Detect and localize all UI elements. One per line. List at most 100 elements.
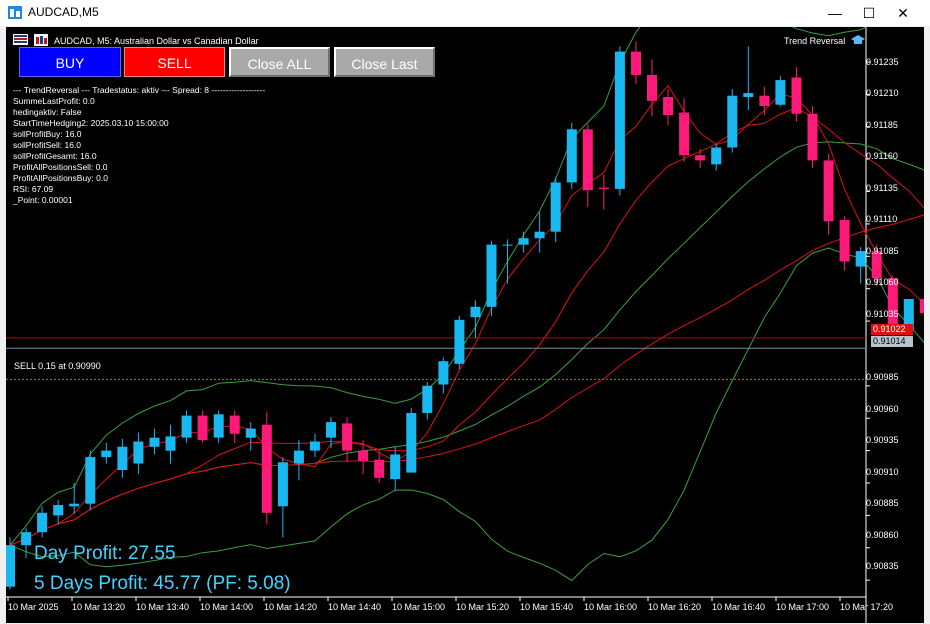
candle-body [759, 95, 770, 107]
candle-body [21, 532, 32, 546]
candle-body [326, 422, 336, 438]
status-line: ProfitAllPositionsBuy: 0.0 [13, 173, 108, 183]
candle-body [133, 441, 144, 464]
price-axis-label: 0.90960 [866, 404, 899, 414]
candle-body [309, 441, 320, 451]
window-title: AUDCAD,M5 [28, 5, 99, 19]
candle-body [486, 244, 497, 307]
candle-body [37, 512, 48, 533]
candle-body [229, 415, 240, 434]
candle-body [390, 454, 401, 480]
candle-body [502, 244, 513, 246]
minimize-button[interactable]: — [818, 0, 852, 26]
ask-price-tag: 0.91022 [871, 324, 913, 335]
candle-body [807, 113, 818, 161]
candle-body [791, 77, 802, 114]
maximize-button[interactable]: ☐ [852, 0, 886, 26]
app-icon [8, 6, 22, 19]
status-line: hedingaktiv: False [13, 107, 82, 117]
price-axis-label: 0.90985 [866, 372, 899, 382]
status-line: StartTimeHedging2: 2025.03.10 15:00:00 [13, 118, 169, 128]
five-days-profit: 5 Days Profit: 45.77 (PF: 5.08) [34, 573, 291, 594]
price-axis-label: 0.90935 [866, 435, 899, 445]
status-line: sollProfitGesamt: 16.0 [13, 151, 97, 161]
candle-body [245, 428, 256, 438]
candle-body [518, 238, 529, 245]
time-axis-label: 10 Mar 15:40 [520, 602, 574, 612]
order-line-label: SELL 0.15 at 0.90990 [14, 361, 101, 371]
candle-body [165, 436, 176, 451]
candle-body [663, 97, 674, 116]
candle-body [839, 220, 850, 262]
window-titlebar: AUDCAD,M5 — ☐ ✕ [0, 0, 930, 26]
candle-body [470, 306, 481, 318]
status-line: --- TrendReversal --- Tradestatus: aktiv… [13, 85, 266, 95]
candle-body [149, 437, 160, 447]
candle-body [261, 424, 272, 513]
symbol-description: AUDCAD, M5: Australian Dollar vs Canadia… [54, 36, 259, 46]
candle-body [711, 147, 722, 165]
candle-body [695, 155, 706, 161]
time-axis-label: 10 Mar 15:00 [392, 602, 446, 612]
price-axis-label: 0.91110 [866, 214, 898, 224]
close-all-button[interactable]: Close ALL [229, 47, 330, 77]
candle-body [727, 95, 738, 148]
candle-body [454, 319, 465, 364]
time-axis-label: 10 Mar 17:00 [776, 602, 830, 612]
candle-body [823, 160, 834, 222]
candle-body [775, 80, 786, 105]
candle-body [342, 423, 353, 451]
bid-price-tag: 0.91014 [871, 336, 913, 347]
expert-advisor-name: Trend Reversal [784, 36, 846, 46]
price-axis-label: 0.90860 [866, 530, 899, 540]
close-button[interactable]: ✕ [886, 0, 920, 26]
status-line: SummeLastProfit: 0.0 [13, 96, 95, 106]
status-line: sollProfitSell: 16.0 [13, 140, 82, 150]
candle-body [855, 251, 866, 267]
price-axis-label: 0.91160 [866, 151, 898, 161]
candle-body [566, 129, 577, 183]
price-axis-label: 0.90835 [866, 561, 899, 571]
time-axis-label: 10 Mar 16:20 [648, 602, 702, 612]
slow-moving-average-line [9, 214, 924, 546]
candle-body [117, 446, 128, 470]
candle-body [213, 414, 224, 438]
candle-body [422, 385, 433, 413]
status-panel: --- TrendReversal --- Tradestatus: aktiv… [13, 85, 265, 206]
status-line: RSI: 67.09 [13, 184, 54, 194]
price-axis-label: 0.91035 [866, 309, 899, 319]
price-axis-label: 0.91085 [866, 246, 899, 256]
candle-body [197, 415, 208, 441]
price-axis-label: 0.91060 [866, 277, 899, 287]
price-axis-label: 0.91235 [866, 57, 899, 67]
time-axis-label: 10 Mar 14:40 [328, 602, 382, 612]
time-axis-label: 10 Mar 15:20 [456, 602, 510, 612]
chart-area[interactable]: AUDCAD, M5: Australian Dollar vs Canadia… [6, 27, 924, 623]
time-axis-label: 10 Mar 14:20 [264, 602, 318, 612]
price-axis-label: 0.90910 [866, 467, 899, 477]
candle-body [582, 129, 593, 191]
time-axis-label: 10 Mar 16:00 [584, 602, 638, 612]
candle-body [647, 74, 657, 101]
candle-body [438, 361, 449, 385]
candle-body [614, 51, 625, 189]
price-axis-label: 0.91135 [866, 183, 898, 193]
candle-body [293, 450, 304, 464]
time-axis-label: 10 Mar 13:20 [72, 602, 126, 612]
candle-body [85, 457, 96, 504]
buy-button[interactable]: BUY [19, 47, 121, 77]
day-profit: Day Profit: 27.55 [34, 543, 176, 564]
time-axis-label: 10 Mar 2025 [8, 602, 59, 612]
candle-body [679, 112, 690, 156]
candle-body [277, 462, 288, 507]
price-axis-label: 0.91185 [866, 120, 898, 130]
status-line: ProfitAllPositionsSell: 0.0 [13, 162, 108, 172]
status-line: _Point: 0.00001 [13, 195, 73, 205]
candle-body [743, 93, 754, 97]
close-last-button[interactable]: Close Last [334, 47, 435, 77]
bollinger-lower-line [9, 247, 924, 582]
time-axis-label: 10 Mar 17:20 [840, 602, 894, 612]
candle-body [374, 459, 385, 478]
sell-button[interactable]: SELL [124, 47, 225, 77]
candle-body [181, 415, 192, 438]
